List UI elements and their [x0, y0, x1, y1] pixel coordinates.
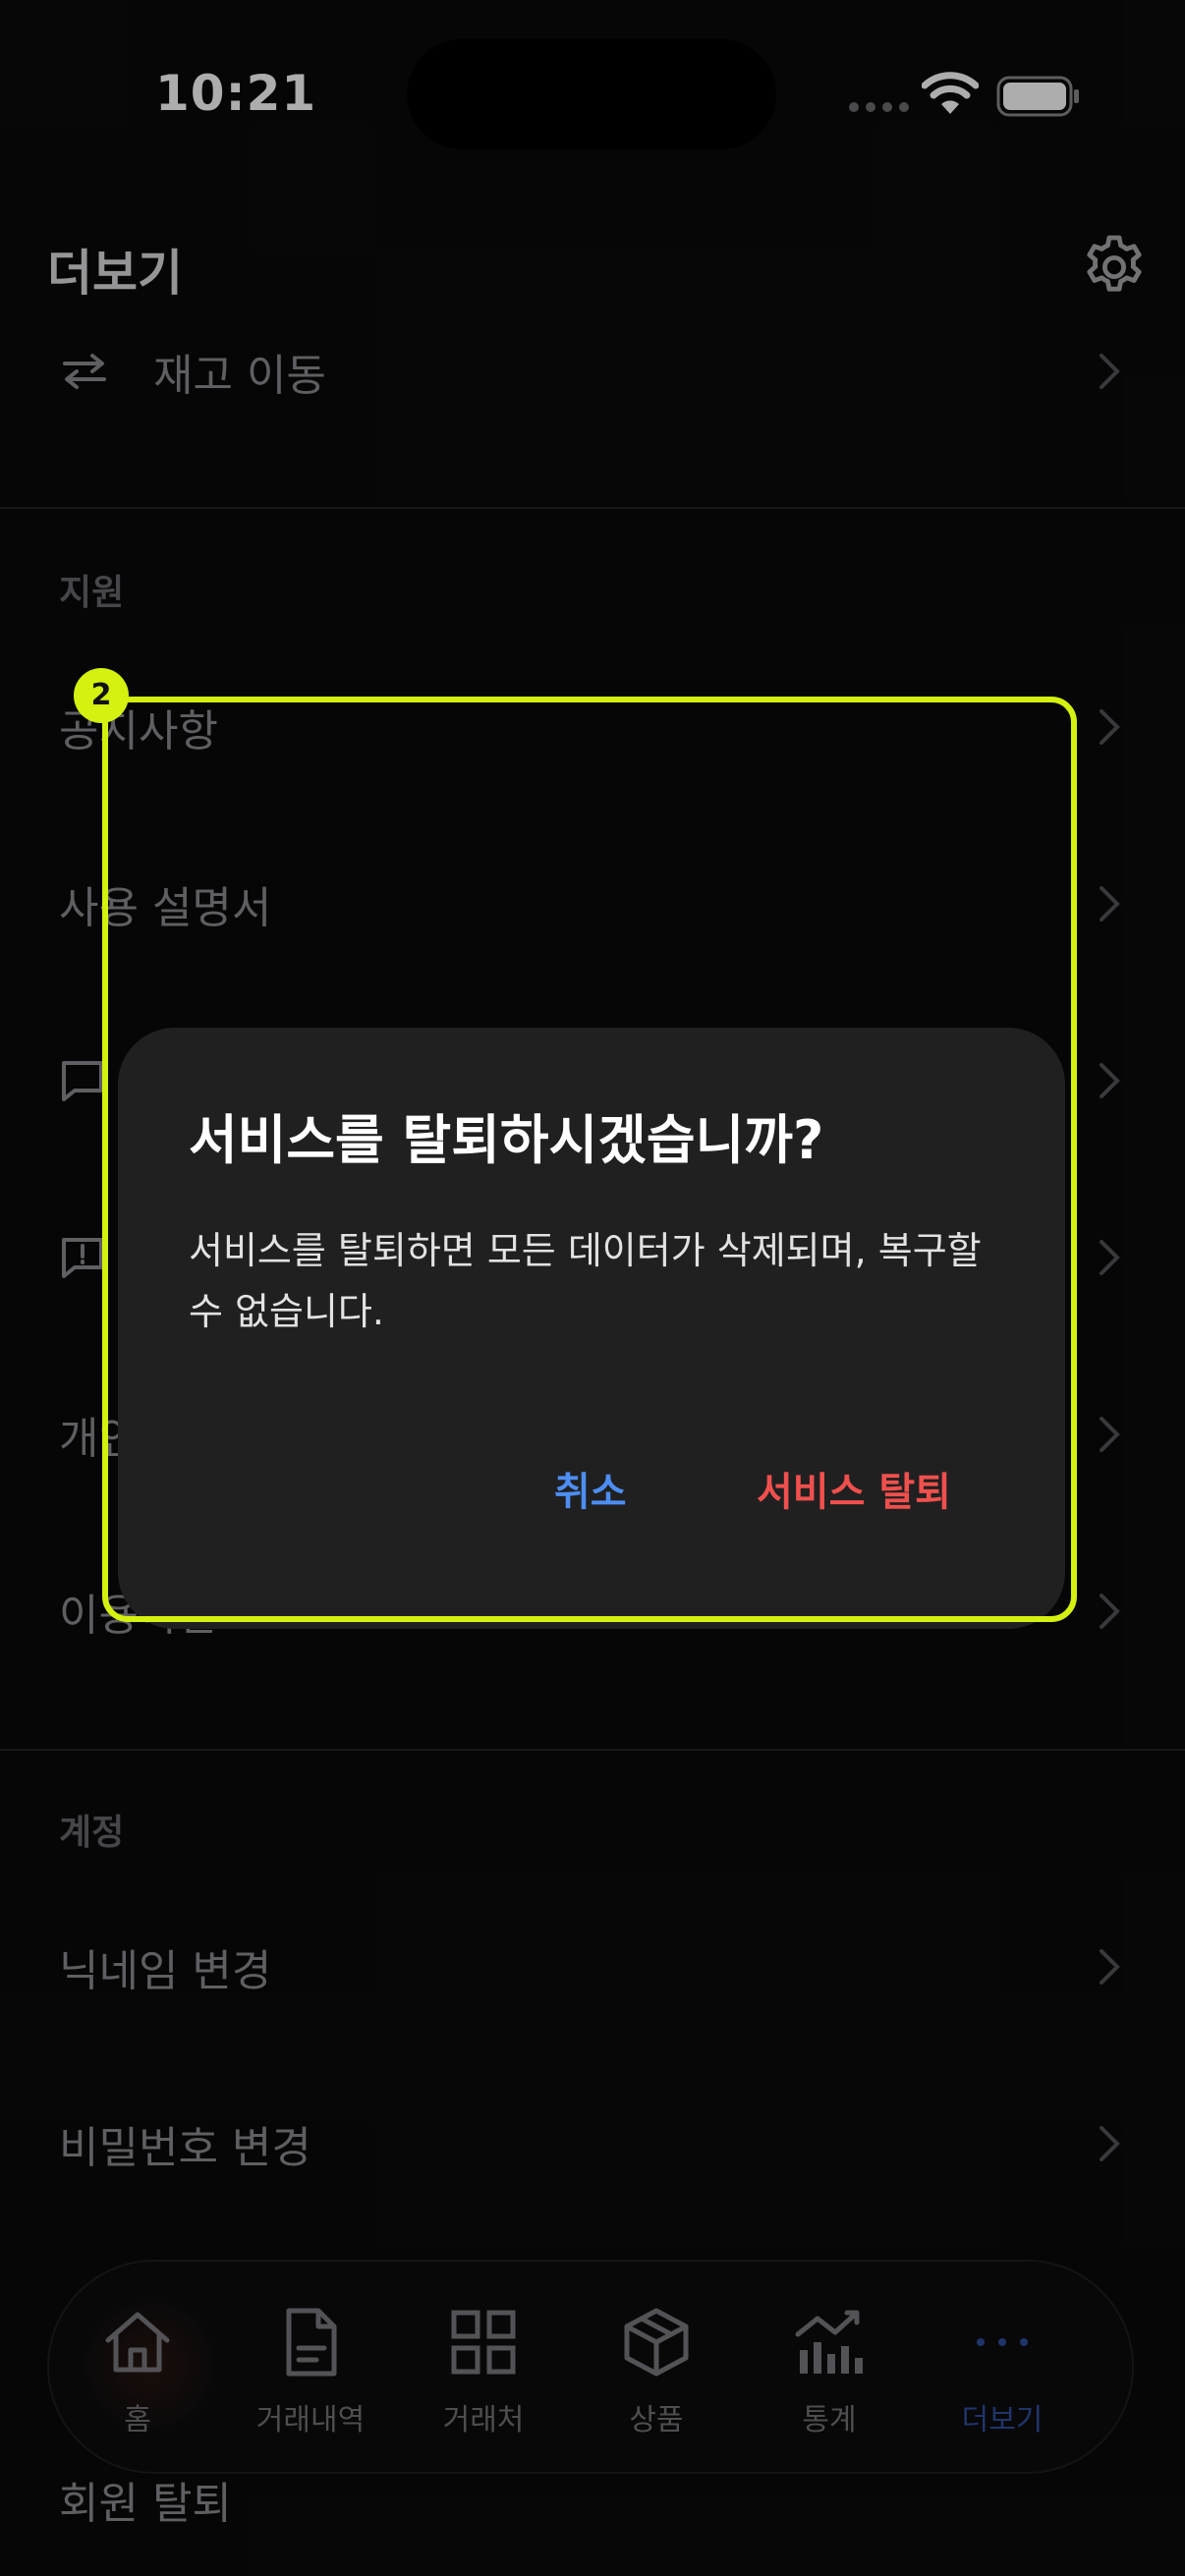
highlight-box [102, 697, 1077, 1622]
highlight-badge: 2 [74, 668, 129, 723]
